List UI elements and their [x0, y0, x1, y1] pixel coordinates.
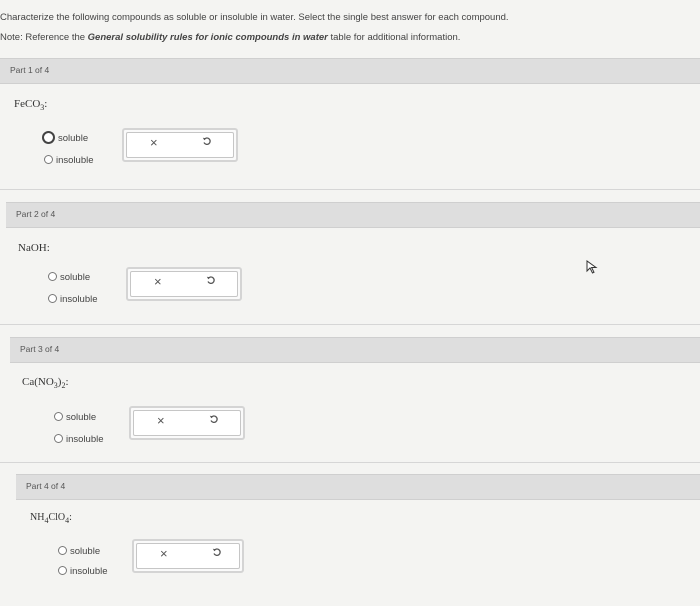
- radio-button[interactable]: [48, 271, 57, 281]
- part-1-label: Part 1 of 4: [10, 65, 50, 75]
- divider: [0, 462, 700, 463]
- part-1-header: Part 1 of 4: [0, 58, 700, 84]
- part-2-option-insoluble[interactable]: insoluble: [48, 293, 98, 305]
- part-4-label: Part 4 of 4: [26, 481, 66, 491]
- note-suffix: table for additional information.: [327, 32, 461, 43]
- action-box-inner: [133, 410, 241, 436]
- part-4-option-soluble[interactable]: soluble: [58, 545, 101, 557]
- option-label: insoluble: [66, 434, 104, 445]
- option-label: insoluble: [56, 155, 94, 166]
- compound-formula: FeCO: [14, 98, 41, 110]
- option-label: soluble: [66, 412, 97, 423]
- undo-icon[interactable]: [206, 275, 216, 285]
- undo-icon[interactable]: [212, 547, 222, 557]
- clear-icon[interactable]: ×: [150, 135, 158, 150]
- part-4-action-box: ×: [132, 539, 244, 573]
- undo-icon[interactable]: [202, 136, 212, 146]
- part-1-action-box: ×: [122, 128, 238, 162]
- note-prefix: Note: Reference the: [0, 32, 88, 43]
- option-label: soluble: [60, 272, 91, 283]
- option-label: insoluble: [60, 294, 98, 305]
- action-box-inner: [136, 543, 240, 569]
- action-box-inner: [126, 132, 234, 158]
- compound-formula-part: ClO: [48, 512, 66, 523]
- part-2-label: Part 2 of 4: [16, 209, 56, 219]
- radio-button[interactable]: [58, 545, 67, 555]
- part-2-action-box: ×: [126, 267, 242, 301]
- part-1-option-insoluble[interactable]: insoluble: [44, 154, 94, 166]
- part-2-option-soluble[interactable]: soluble: [48, 271, 91, 283]
- compound-colon: :: [46, 242, 50, 254]
- radio-button[interactable]: [58, 565, 67, 575]
- part-1-compound: FeCO3:: [14, 98, 47, 112]
- radio-button[interactable]: [54, 411, 63, 421]
- compound-formula: NH: [30, 512, 45, 523]
- undo-icon[interactable]: [209, 414, 219, 424]
- part-4-header: Part 4 of 4: [16, 474, 700, 500]
- clear-icon[interactable]: ×: [154, 274, 162, 289]
- part-2-compound: NaOH:: [18, 242, 50, 254]
- compound-colon: :: [65, 376, 69, 388]
- divider: [0, 189, 700, 190]
- divider: [0, 324, 700, 325]
- part-4-compound: NH4ClO4:: [30, 512, 72, 525]
- part-3-label: Part 3 of 4: [20, 344, 60, 354]
- option-label: soluble: [58, 133, 89, 145]
- part-3-compound: Ca(NO3)2:: [22, 376, 69, 390]
- option-label: soluble: [70, 546, 101, 557]
- instructions-note: Note: Reference the General solubility r…: [0, 32, 460, 43]
- radio-button[interactable]: [42, 131, 55, 144]
- compound-colon: :: [69, 512, 72, 523]
- assignment-page: Characterize the following compounds as …: [0, 0, 700, 606]
- instructions-line: Characterize the following compounds as …: [0, 12, 509, 23]
- action-box-inner: [130, 271, 238, 297]
- compound-formula: Ca(NO: [22, 376, 54, 388]
- part-3-action-box: ×: [129, 406, 245, 440]
- part-3-option-insoluble[interactable]: insoluble: [54, 433, 104, 445]
- option-label: insoluble: [70, 566, 108, 577]
- radio-button[interactable]: [54, 433, 63, 443]
- compound-formula: NaOH: [18, 242, 47, 254]
- clear-icon[interactable]: ×: [160, 546, 168, 561]
- part-2-header: Part 2 of 4: [6, 202, 700, 228]
- clear-icon[interactable]: ×: [157, 413, 165, 428]
- cursor-icon: [586, 260, 598, 274]
- part-1-option-soluble[interactable]: soluble: [42, 131, 89, 145]
- radio-button[interactable]: [48, 293, 57, 303]
- part-4-option-insoluble[interactable]: insoluble: [58, 565, 108, 577]
- radio-button[interactable]: [44, 154, 53, 164]
- part-3-option-soluble[interactable]: soluble: [54, 411, 97, 423]
- part-3-header: Part 3 of 4: [10, 337, 700, 363]
- solubility-rules-link[interactable]: General solubility rules for ionic compo…: [88, 32, 328, 43]
- compound-colon: :: [44, 98, 48, 110]
